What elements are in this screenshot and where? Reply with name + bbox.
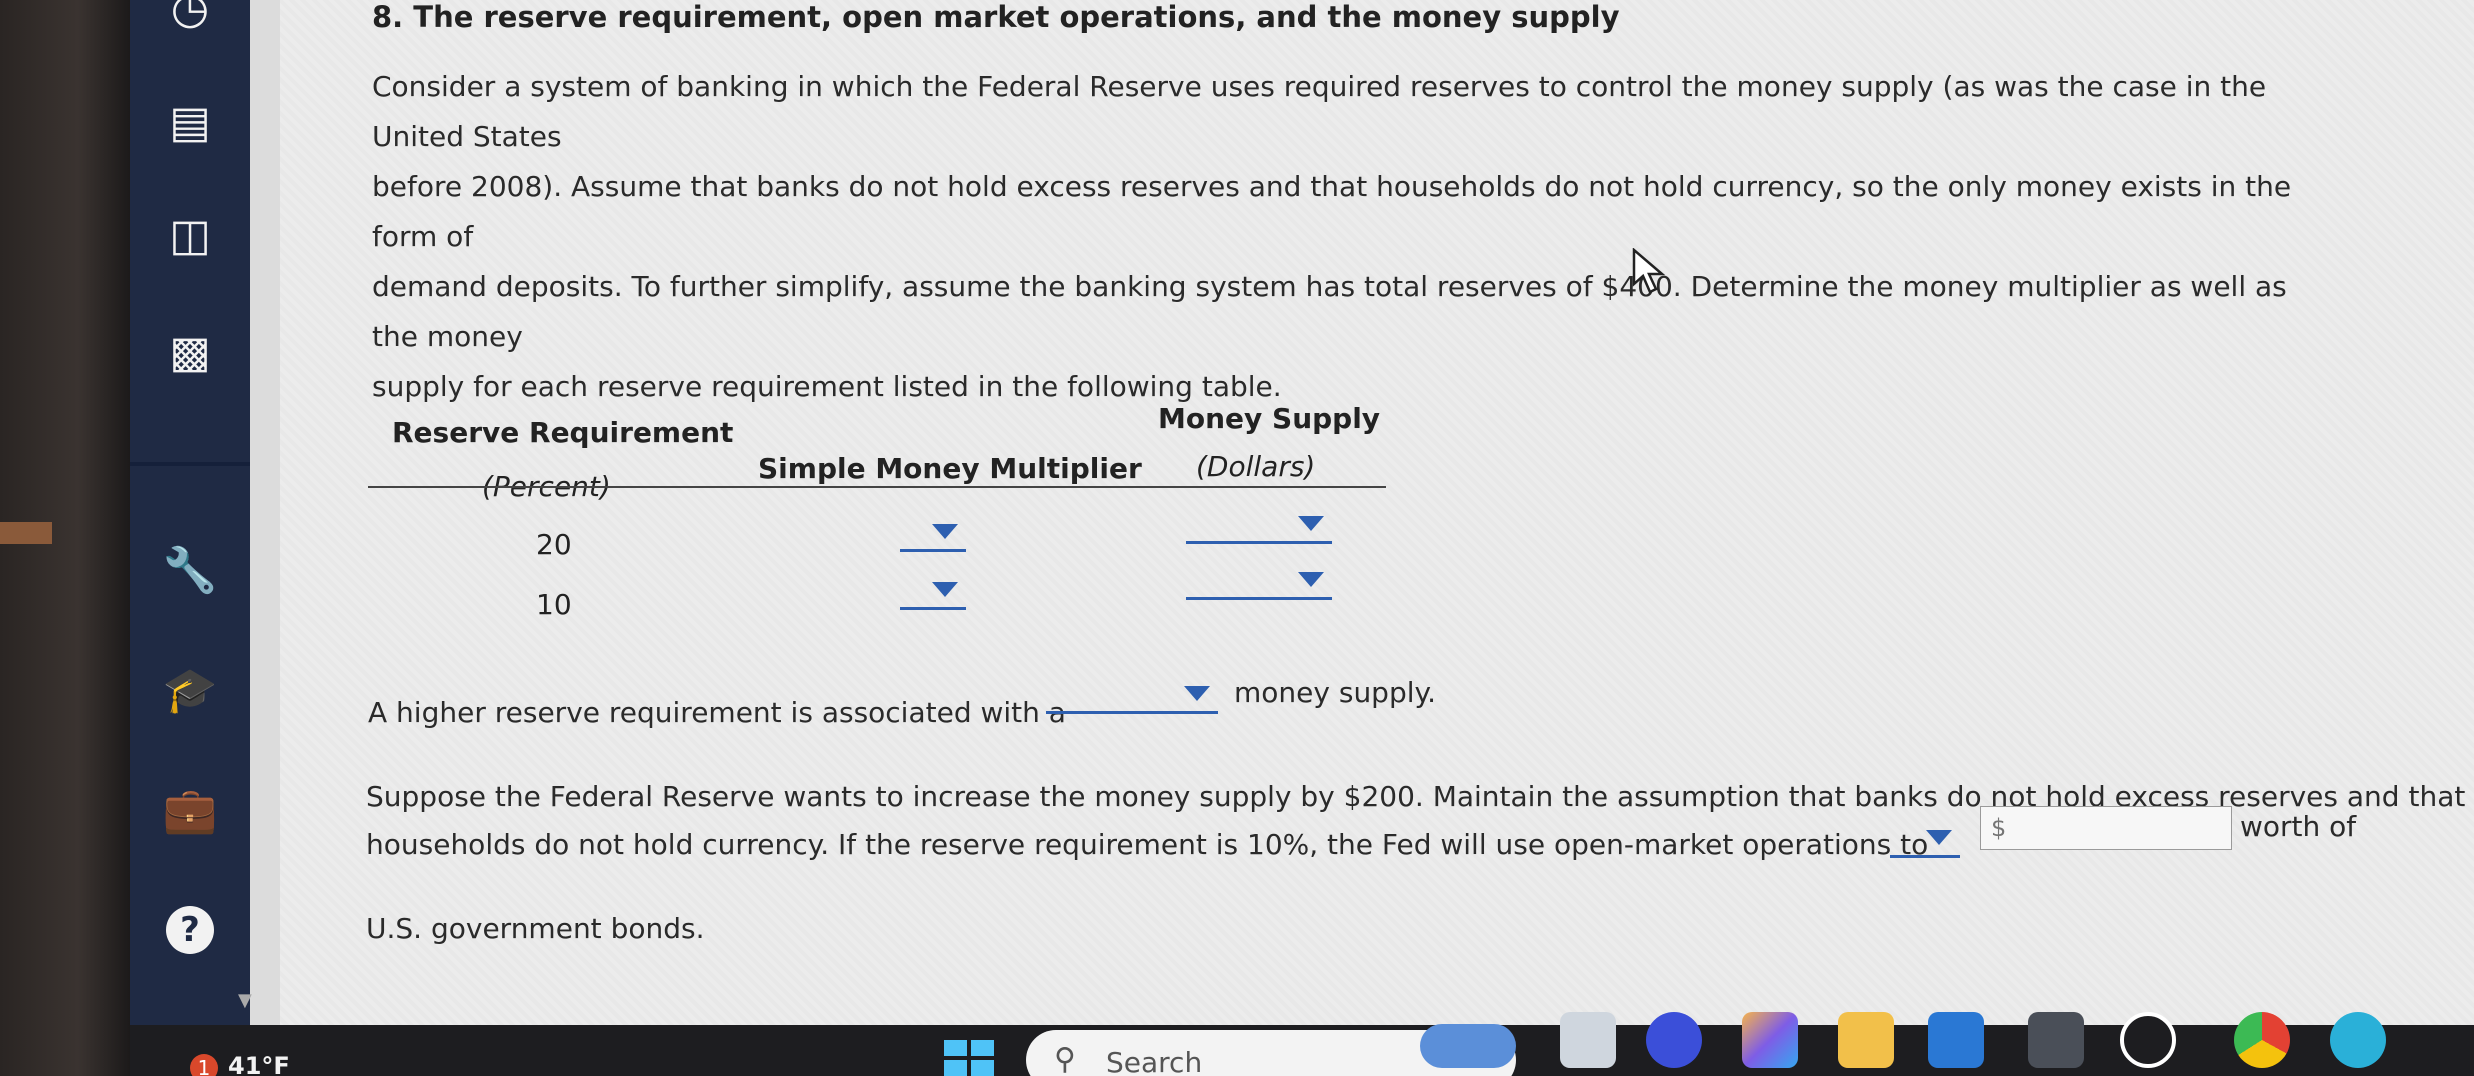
weather-temperature[interactable]: 41°F — [228, 1052, 290, 1076]
col-money-supply-sub: (Dollars) — [1196, 450, 1316, 483]
windows-start-icon[interactable] — [944, 1040, 994, 1076]
money-supply-dropdown[interactable] — [1186, 508, 1332, 544]
money-supply-direction-dropdown[interactable] — [1046, 678, 1218, 714]
col-money-supply-header: Money Supply — [1158, 402, 1381, 435]
scrollbar[interactable] — [250, 0, 280, 1025]
briefcase-icon[interactable]: 💼 — [160, 780, 220, 840]
store-icon[interactable] — [2028, 1012, 2084, 1068]
buy-sell-dropdown[interactable] — [1890, 822, 1960, 858]
search-icon: ⚲ — [1054, 1042, 1076, 1076]
reserve-cell: 20 — [536, 528, 572, 561]
widget-icon[interactable] — [1420, 1024, 1516, 1068]
calculator-icon[interactable]: ▩ — [160, 322, 220, 382]
chevron-down-icon — [932, 582, 958, 597]
graduation-cap-icon[interactable]: 🎓 — [160, 660, 220, 720]
file-explorer-icon[interactable] — [1560, 1012, 1616, 1068]
money-supply-dropdown[interactable] — [1186, 564, 1332, 600]
chrome-icon[interactable] — [2234, 1012, 2290, 1068]
clock-icon[interactable]: ◷ — [160, 0, 220, 38]
help-icon[interactable]: ? — [160, 900, 220, 960]
chevron-down-icon — [1184, 686, 1210, 701]
question-intro: Consider a system of banking in which th… — [372, 62, 2332, 412]
wrench-icon[interactable]: 🔧 — [160, 540, 220, 600]
bezel-stripe — [0, 522, 52, 544]
open-market-line2: households do not hold currency. If the … — [366, 828, 1929, 861]
mouse-cursor-icon — [1632, 248, 1666, 294]
meet-video-icon[interactable] — [1646, 1012, 1702, 1068]
copilot-icon[interactable] — [1742, 1012, 1798, 1068]
intro-line: before 2008). Assume that banks do not h… — [372, 170, 2292, 253]
book-icon[interactable]: ◫ — [160, 205, 220, 265]
table-header-rule — [368, 486, 1386, 488]
reserve-cell: 10 — [536, 588, 572, 621]
chevron-down-icon — [1298, 516, 1324, 531]
sidebar-divider — [130, 462, 250, 466]
search-label: Search — [1106, 1046, 1203, 1076]
document-list-icon[interactable]: ▤ — [160, 92, 220, 152]
open-market-line3: U.S. government bonds. — [366, 912, 705, 945]
bond-amount-input[interactable] — [1980, 806, 2232, 850]
intro-line: demand deposits. To further simplify, as… — [372, 270, 2287, 353]
weather-badge[interactable]: 1 — [190, 1054, 218, 1076]
chevron-down-icon — [932, 524, 958, 539]
app-icon[interactable] — [2330, 1012, 2386, 1068]
col-multiplier-header: Simple Money Multiplier — [758, 452, 1142, 485]
outlook-icon[interactable] — [1928, 1012, 1984, 1068]
col-reserve-header: Reserve Requirement — [392, 416, 734, 449]
open-market-line2-end: worth of — [2240, 810, 2357, 843]
multiplier-dropdown[interactable] — [900, 516, 966, 552]
intro-line: Consider a system of banking in which th… — [372, 70, 2267, 153]
sentence-higher-reserve-end: money supply. — [1234, 676, 1436, 709]
sidebar: ◷ ▤ ◫ ▩ 🔧 🎓 💼 ? — [130, 0, 250, 1025]
question-title: 8. The reserve requirement, open market … — [372, 0, 1620, 34]
dell-icon[interactable] — [2120, 1012, 2176, 1068]
multiplier-dropdown[interactable] — [900, 574, 966, 610]
sentence-higher-reserve: A higher reserve requirement is associat… — [368, 696, 1066, 729]
chevron-down-icon — [1926, 830, 1952, 845]
scroll-down-arrow[interactable]: ▼ — [238, 990, 252, 1011]
folder-icon[interactable] — [1838, 1012, 1894, 1068]
chevron-down-icon — [1298, 572, 1324, 587]
